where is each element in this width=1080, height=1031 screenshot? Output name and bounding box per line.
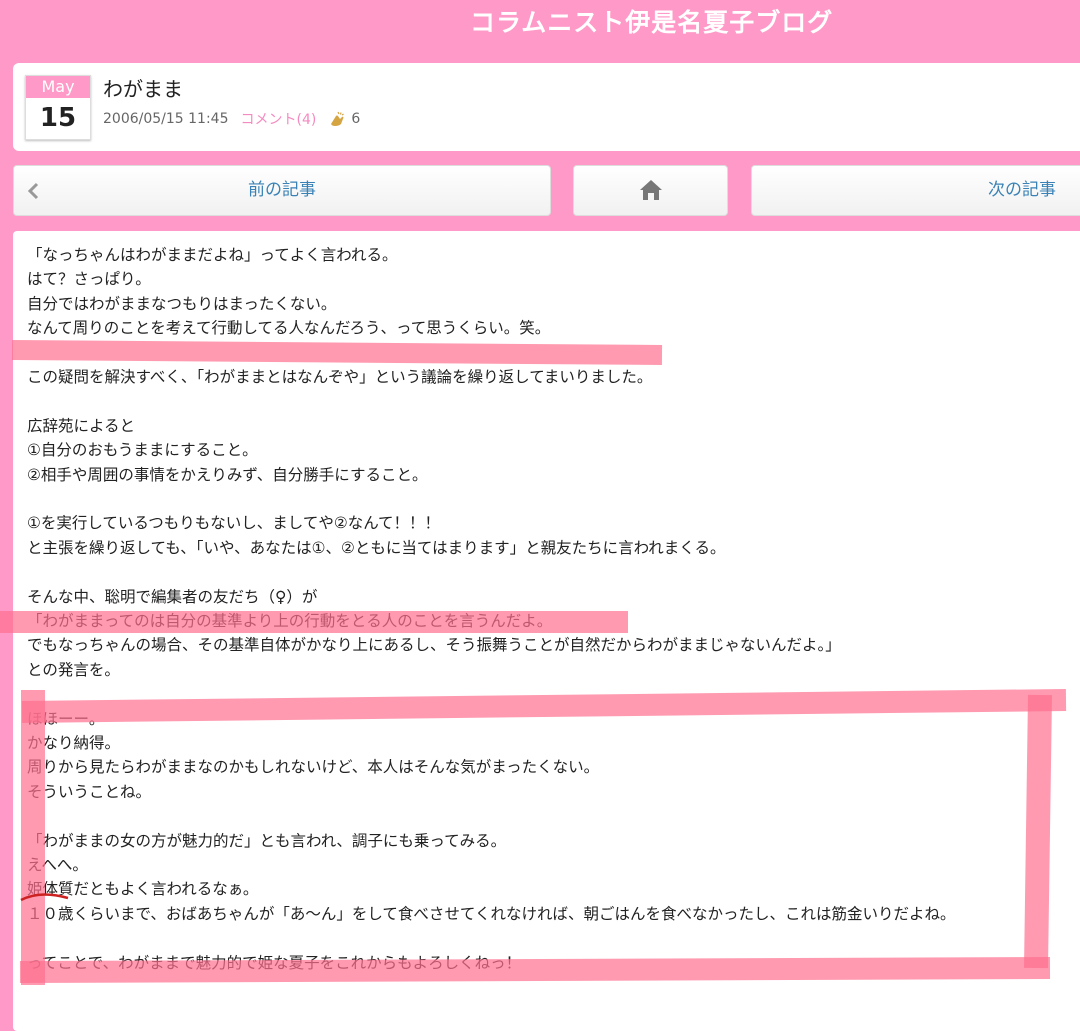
body-line: なんて周りのことを考えて行動してる人なんだろう、って思うくらい。笑。 [27,319,551,338]
body-line: と主張を繰り返しても、「いや、あなたは①、②ともに当てはまります」と親友たちに言… [27,538,726,557]
post-datetime: 2006/05/15 11:45 [103,111,229,127]
body-line: ②相手や周囲の事情をかえりみず、自分勝手にすること。 [27,465,428,484]
body-line: 「わがままってのは自分の基準より上の行動をとる人のことを言うんだよ。 [27,612,553,630]
post-meta: 2006/05/15 11:45 コメント(4) 6 [103,109,360,129]
body-line: そういうことね。 [27,782,152,801]
prev-article-button[interactable]: 前の記事 [13,165,551,216]
body-line: ってことで、わがままで魅力的で姫な夏子をこれからもよろしくねっ！ [27,953,522,972]
body-line: 広辞苑によると [27,416,136,435]
date-month: May [26,76,90,98]
site-title[interactable]: コラムニスト伊是名夏子ブログ [0,0,1080,48]
body-line: ①を実行しているつもりもないし、ましてや②なんて！！！ [27,514,440,533]
post-title: わがまま [103,77,183,101]
comments-link[interactable]: コメント(4) [241,109,317,129]
clap-counter[interactable]: 6 [328,111,360,127]
body-line: はて？さっぱり。 [27,270,151,289]
chevron-left-icon [27,182,39,200]
article-body: 「なっちゃんはわがままだよね」ってよく言われる。 はて？さっぱり。自分ではわがまま… [13,231,1080,1031]
home-button[interactable] [573,165,728,216]
body-line: この疑問を解決すべく、「わがままとはなんぞや」という議論を繰り返してまいりました… [27,368,653,386]
next-article-button[interactable]: 次の記事 [751,165,1080,216]
home-icon [639,180,662,200]
body-line: かなり納得。 [27,734,121,752]
prev-article-label: 前の記事 [248,180,316,200]
body-line: 「わがままの女の方が魅力的だ」とも言われ、調子にも乗ってみる。 [27,831,507,850]
next-article-label: 次の記事 [988,180,1056,200]
body-line: ほほーー。 [27,709,105,728]
body-line: ①自分のおもうままにすること。 [27,441,258,460]
clap-count: 6 [351,111,361,127]
body-line: 周りから見たらわがままなのかもしれないけど、本人はそんな気がまったくない。 [27,758,600,777]
body-line: 姫体質だともよく言われるなぁ。 [27,880,259,899]
clap-icon [331,111,345,126]
body-line: との発言を。 [27,660,120,679]
site-title-text: コラムニスト伊是名夏子ブログ [470,8,834,37]
body-line: そんな中、聡明で編集者の友だち（♀）が [27,587,318,606]
body-line: でもなっちゃんの場合、その基準自体がかなり上にあるし、そう振舞うことが自然だから… [27,636,841,655]
date-badge: May 15 [25,75,91,140]
body-line: えへへ。 [27,856,88,874]
body-line: 「なっちゃんはわがままだよね」ってよく言われる。 [27,246,398,264]
body-line: １０歳くらいまで、おばあちゃんが「あ～ん」をして食べさせてくれなければ、朝ごはん… [27,904,956,923]
post-header: May 15 わがまま 2006/05/15 11:45 コメント(4) 6 [13,63,1080,151]
date-day: 15 [39,103,77,133]
body-line: 自分ではわがままなつもりはまったくない。 [27,294,337,313]
